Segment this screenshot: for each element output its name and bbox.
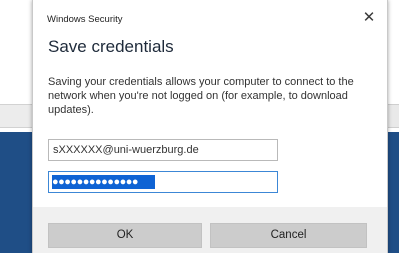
background-toolbar-right [388,104,399,128]
dialog-description: Saving your credentials allows your comp… [48,76,354,116]
ok-button[interactable]: OK [48,223,202,248]
password-field[interactable]: ●●●●●●●●●●●●●● [48,171,278,193]
background-desktop-right [388,132,399,253]
background-toolbar-left [0,104,32,128]
cancel-button[interactable]: Cancel [210,223,367,248]
dialog-heading: Save credentials [48,37,174,56]
username-field[interactable]: sXXXXXX@uni-wuerzburg.de [48,139,278,161]
username-value: sXXXXXX@uni-wuerzburg.de [53,144,199,156]
save-credentials-dialog: Windows Security ✕ Save credentials Savi… [32,0,388,253]
window-title: Windows Security [47,14,123,25]
close-icon[interactable]: ✕ [361,10,377,26]
background-desktop-left [0,132,32,253]
password-mask: ●●●●●●●●●●●●●● [52,175,155,189]
